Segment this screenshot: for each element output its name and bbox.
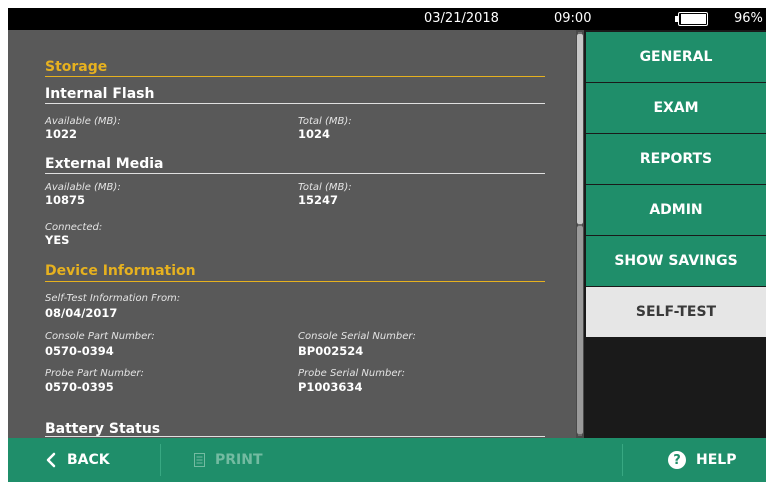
device-screen: 03/21/2018 09:00 96% Storage Internal Fl… bbox=[8, 8, 766, 482]
print-label: PRINT bbox=[215, 452, 263, 468]
nav-show-savings[interactable]: SHOW SAVINGS bbox=[586, 236, 766, 286]
nav-reports[interactable]: REPORTS bbox=[586, 134, 766, 184]
scrollbar-thumb-lower bbox=[577, 226, 583, 434]
battery-percent: 96% bbox=[734, 11, 763, 26]
connected-value: YES bbox=[45, 233, 70, 247]
probe-part-value: 0570-0395 bbox=[45, 380, 114, 394]
external-total-value: 15247 bbox=[298, 193, 339, 207]
console-part-value: 0570-0394 bbox=[45, 344, 114, 358]
internal-available-value: 1022 bbox=[45, 127, 78, 141]
device-info-heading: Device Information bbox=[45, 263, 196, 279]
battery-icon bbox=[675, 12, 708, 26]
battery-status-rule bbox=[45, 436, 545, 437]
external-media-rule bbox=[45, 173, 545, 174]
bottom-divider bbox=[160, 444, 161, 476]
console-serial-label: Console Serial Number: bbox=[298, 331, 416, 342]
self-test-content: Storage Internal Flash Available (MB): 1… bbox=[8, 30, 576, 438]
print-button[interactable]: PRINT bbox=[194, 438, 263, 482]
internal-available-label: Available (MB): bbox=[45, 116, 121, 127]
bottom-divider-right bbox=[622, 444, 623, 476]
nav-exam[interactable]: EXAM bbox=[586, 83, 766, 133]
external-available-label: Available (MB): bbox=[45, 182, 121, 193]
battery-status-heading: Battery Status bbox=[45, 421, 161, 437]
battery-fill bbox=[681, 14, 706, 24]
storage-rule bbox=[45, 76, 545, 77]
help-label: HELP bbox=[696, 452, 737, 468]
status-date: 03/21/2018 bbox=[424, 11, 499, 26]
status-time: 09:00 bbox=[554, 11, 592, 26]
internal-total-label: Total (MB): bbox=[298, 116, 352, 127]
nav-general[interactable]: GENERAL bbox=[586, 32, 766, 82]
scrollbar-thumb[interactable] bbox=[577, 34, 583, 224]
back-label: BACK bbox=[67, 452, 110, 468]
print-icon bbox=[194, 453, 205, 467]
console-part-label: Console Part Number: bbox=[45, 331, 155, 342]
selftest-date-label: Self-Test Information From: bbox=[45, 293, 181, 304]
probe-part-label: Probe Part Number: bbox=[45, 368, 144, 379]
probe-serial-value: P1003634 bbox=[298, 380, 363, 394]
settings-nav: GENERAL EXAM REPORTS ADMIN SHOW SAVINGS … bbox=[584, 30, 766, 438]
internal-flash-rule bbox=[45, 103, 545, 104]
back-chevron-icon bbox=[46, 452, 56, 468]
back-button[interactable]: BACK bbox=[45, 438, 110, 482]
storage-heading: Storage bbox=[45, 59, 108, 75]
status-bar: 03/21/2018 09:00 96% bbox=[8, 8, 766, 30]
help-button[interactable]: ? HELP bbox=[668, 438, 736, 482]
nav-self-test[interactable]: SELF-TEST bbox=[586, 287, 766, 337]
external-available-value: 10875 bbox=[45, 193, 86, 207]
content-scrollbar[interactable] bbox=[576, 30, 584, 438]
internal-total-value: 1024 bbox=[298, 127, 331, 141]
device-info-rule bbox=[45, 281, 545, 282]
help-icon: ? bbox=[668, 451, 686, 469]
external-media-heading: External Media bbox=[45, 156, 164, 172]
nav-admin[interactable]: ADMIN bbox=[586, 185, 766, 235]
external-total-label: Total (MB): bbox=[298, 182, 352, 193]
connected-label: Connected: bbox=[45, 222, 103, 233]
console-serial-value: BP002524 bbox=[298, 344, 364, 358]
probe-serial-label: Probe Serial Number: bbox=[298, 368, 405, 379]
bottom-bar: BACK PRINT ? HELP bbox=[8, 438, 766, 482]
selftest-date-value: 08/04/2017 bbox=[45, 306, 118, 320]
internal-flash-heading: Internal Flash bbox=[45, 86, 155, 102]
